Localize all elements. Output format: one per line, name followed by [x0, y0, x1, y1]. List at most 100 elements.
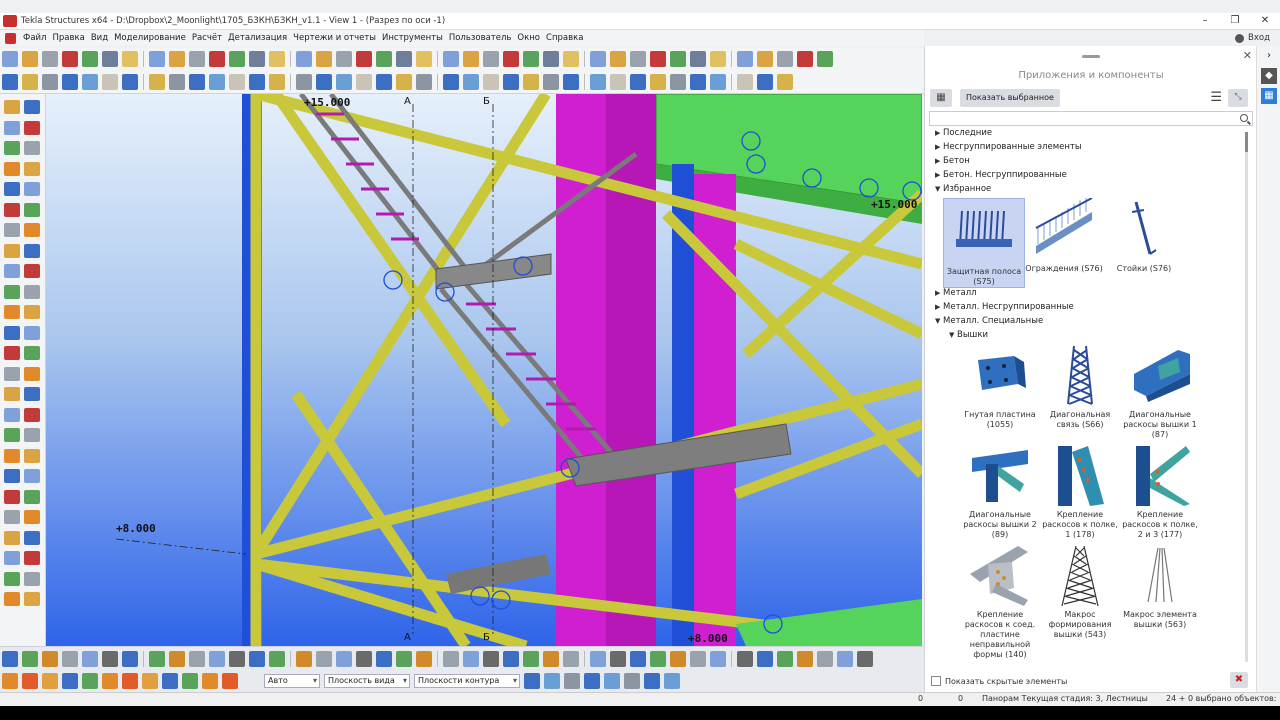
side-tool-icon[interactable] — [24, 325, 40, 340]
tool-button-icon[interactable] — [590, 73, 606, 90]
snap-option-icon[interactable] — [664, 673, 680, 689]
side-tool-icon[interactable] — [4, 284, 20, 299]
tool-button-icon[interactable] — [543, 73, 559, 90]
tool-button-icon[interactable] — [443, 650, 459, 667]
tool-button-icon[interactable] — [503, 73, 519, 90]
tower-component[interactable]: Крепление раскосов к полке, 2 и 3 (177) — [1119, 444, 1201, 540]
side-tool-icon[interactable] — [24, 223, 40, 237]
side-tool-icon[interactable] — [24, 407, 40, 422]
tool-button-icon[interactable] — [269, 650, 285, 667]
tool-button-icon[interactable] — [229, 51, 245, 67]
select-filter-icon[interactable] — [122, 673, 138, 689]
side-tool-icon[interactable] — [4, 243, 20, 258]
clear-icon[interactable]: ✖ — [1230, 672, 1248, 688]
contour-plane-select[interactable]: Плоскости контура — [414, 674, 520, 688]
menu-window[interactable]: Окно — [514, 33, 543, 43]
close-button[interactable]: ✕ — [1250, 13, 1280, 30]
expanded-arrow-icon[interactable]: ▼ — [935, 317, 943, 325]
expanded-arrow-icon[interactable]: ▼ — [935, 185, 943, 193]
expand-panel-icon[interactable]: › — [1261, 48, 1277, 64]
collapse-icon[interactable]: ⤡ — [1228, 89, 1248, 107]
tool-button-icon[interactable] — [2, 73, 18, 90]
snap-option-icon[interactable] — [644, 673, 660, 689]
tool-button-icon[interactable] — [269, 73, 285, 90]
menu-file[interactable]: Файл — [20, 33, 49, 43]
tool-button-icon[interactable] — [356, 73, 372, 90]
side-tool-icon[interactable] — [4, 305, 20, 319]
collapsed-arrow-icon[interactable]: ▶ — [935, 289, 943, 297]
tool-button-icon[interactable] — [590, 51, 606, 67]
side-tool-icon[interactable] — [4, 141, 20, 155]
tool-button-icon[interactable] — [82, 650, 98, 667]
menu-view[interactable]: Вид — [88, 33, 111, 43]
select-filter-icon[interactable] — [162, 673, 178, 689]
tool-button-icon[interactable] — [62, 51, 78, 67]
tower-component[interactable]: Диагональные раскосы вышки 2 (89) — [959, 444, 1041, 540]
menu-edit[interactable]: Правка — [49, 33, 87, 43]
side-tool-icon[interactable] — [24, 489, 40, 504]
tool-button-icon[interactable] — [22, 650, 38, 667]
tool-button-icon[interactable] — [416, 650, 432, 667]
menu-detailing[interactable]: Детализация — [225, 33, 290, 43]
menu-user[interactable]: Пользователь — [446, 33, 515, 43]
tool-button-icon[interactable] — [757, 73, 773, 90]
snap-option-icon[interactable] — [584, 673, 600, 689]
tool-button-icon[interactable] — [376, 650, 392, 667]
view-plane-select[interactable]: Плоскость вида — [324, 674, 410, 688]
tool-button-icon[interactable] — [229, 650, 245, 667]
tool-button-icon[interactable] — [523, 650, 539, 667]
side-tool-icon[interactable] — [4, 161, 20, 176]
side-tool-icon[interactable] — [4, 448, 20, 463]
tool-button-icon[interactable] — [563, 650, 579, 667]
tool-button-icon[interactable] — [630, 650, 646, 667]
collapsed-arrow-icon[interactable]: ▶ — [935, 303, 943, 311]
tool-button-icon[interactable] — [610, 51, 626, 67]
catalog-scrollbar[interactable] — [1245, 132, 1248, 662]
tool-button-icon[interactable] — [690, 650, 706, 667]
search-input[interactable] — [929, 111, 1253, 126]
tool-button-icon[interactable] — [82, 51, 98, 67]
collapsed-arrow-icon[interactable]: ▶ — [935, 129, 943, 137]
side-tool-icon[interactable] — [24, 346, 40, 360]
tool-button-icon[interactable] — [857, 650, 873, 667]
minimize-button[interactable]: – — [1190, 13, 1220, 30]
side-tool-icon[interactable] — [4, 346, 20, 360]
tool-button-icon[interactable] — [523, 73, 539, 90]
side-tool-icon[interactable] — [24, 530, 40, 545]
app-menu-icon[interactable] — [5, 32, 16, 44]
tool-button-icon[interactable] — [737, 650, 753, 667]
side-tool-icon[interactable] — [24, 428, 40, 442]
favorite-component[interactable]: Ограждения (S76) — [1023, 196, 1105, 274]
tool-button-icon[interactable] — [249, 650, 265, 667]
expanded-arrow-icon[interactable]: ▼ — [949, 331, 957, 339]
tool-button-icon[interactable] — [630, 51, 646, 67]
tool-button-icon[interactable] — [590, 650, 606, 667]
side-tool-icon[interactable] — [24, 469, 40, 483]
side-tool-icon[interactable] — [24, 161, 40, 176]
side-tool-icon[interactable] — [24, 510, 40, 524]
side-tool-icon[interactable] — [4, 223, 20, 237]
show-hidden-checkbox[interactable]: Показать скрытые элементы — [931, 676, 1067, 686]
select-filter-icon[interactable] — [22, 673, 38, 689]
tool-button-icon[interactable] — [463, 650, 479, 667]
favorite-component[interactable]: Стойки (S76) — [1103, 198, 1185, 274]
tool-button-icon[interactable] — [269, 51, 285, 67]
tool-button-icon[interactable] — [356, 51, 372, 67]
tool-button-icon[interactable] — [396, 650, 412, 667]
menu-help[interactable]: Справка — [543, 33, 586, 43]
tool-button-icon[interactable] — [396, 51, 412, 67]
tool-button-icon[interactable] — [797, 51, 813, 67]
tool-button-icon[interactable] — [483, 51, 499, 67]
menu-modeling[interactable]: Моделирование — [111, 33, 189, 43]
side-tool-icon[interactable] — [24, 387, 40, 401]
catalog-group[interactable]: ▶ Металл — [935, 288, 977, 298]
tool-button-icon[interactable] — [2, 650, 18, 667]
tool-button-icon[interactable] — [650, 73, 666, 90]
tool-button-icon[interactable] — [690, 73, 706, 90]
side-tool-icon[interactable] — [24, 284, 40, 299]
side-tool-icon[interactable] — [4, 592, 20, 606]
tower-component[interactable]: Крепление раскосов к полке, 1 (178) — [1039, 444, 1121, 540]
tool-button-icon[interactable] — [543, 650, 559, 667]
select-filter-icon[interactable] — [102, 673, 118, 689]
tool-button-icon[interactable] — [22, 51, 38, 67]
